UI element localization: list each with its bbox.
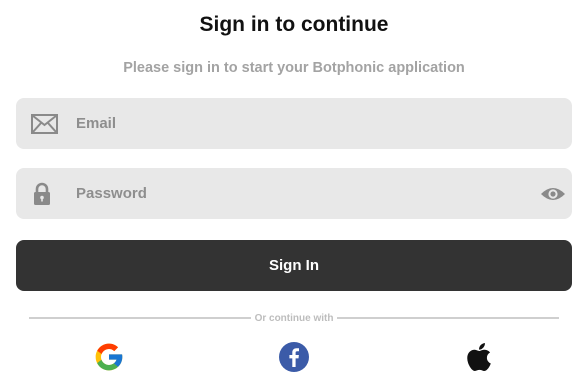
password-input[interactable] (76, 168, 536, 219)
google-login-button[interactable] (92, 342, 126, 376)
facebook-icon (278, 341, 310, 378)
envelope-icon (30, 98, 58, 149)
email-field[interactable] (16, 98, 572, 149)
password-field[interactable] (16, 168, 572, 219)
facebook-login-button[interactable] (277, 341, 311, 378)
divider-line-right (337, 317, 560, 319)
sign-in-page: Sign in to continue Please sign in to st… (0, 0, 588, 392)
divider-label: Or continue with (254, 312, 334, 324)
email-input[interactable] (76, 98, 536, 149)
divider-line-left (29, 317, 251, 319)
lock-icon (32, 168, 52, 219)
page-title: Sign in to continue (199, 13, 389, 36)
apple-login-button[interactable] (462, 342, 496, 376)
divider: Or continue with (29, 310, 560, 326)
sign-in-button[interactable]: Sign In (16, 240, 572, 291)
eye-icon[interactable] (538, 168, 568, 219)
google-icon (93, 341, 125, 378)
apple-icon (464, 341, 494, 378)
page-subtitle: Please sign in to start your Botphonic a… (123, 60, 465, 76)
